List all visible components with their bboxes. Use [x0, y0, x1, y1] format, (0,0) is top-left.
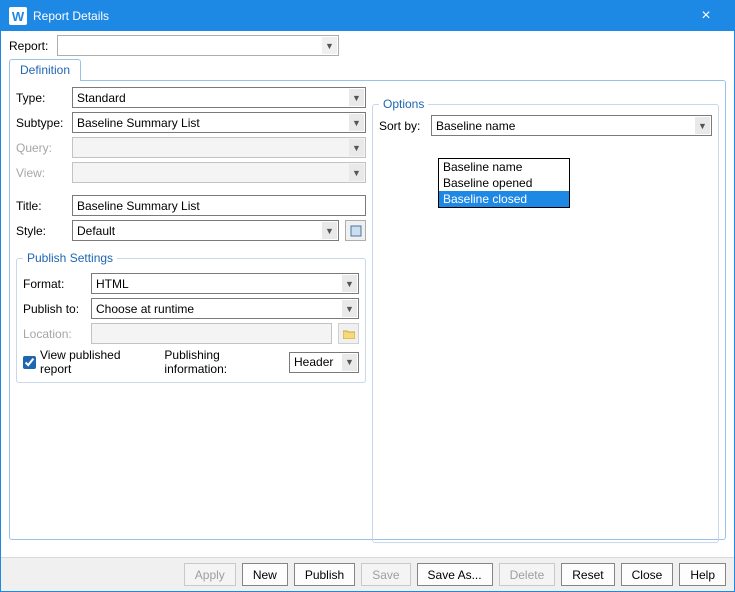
- document-icon: [350, 225, 362, 237]
- options-legend: Options: [379, 97, 428, 111]
- format-label: Format:: [23, 277, 87, 291]
- report-label: Report:: [9, 39, 53, 53]
- view-published-label: View published report: [40, 348, 154, 376]
- dropdown-option[interactable]: Baseline name: [439, 159, 569, 175]
- subtype-combo[interactable]: Baseline Summary List ▼: [72, 112, 366, 133]
- dropdown-option[interactable]: Baseline closed: [439, 191, 569, 207]
- publishto-label: Publish to:: [23, 302, 87, 316]
- query-combo: ▼: [72, 137, 366, 158]
- format-value: HTML: [96, 277, 342, 291]
- window-title: Report Details: [33, 9, 686, 23]
- chevron-down-icon: ▼: [322, 37, 337, 54]
- close-button[interactable]: Close: [621, 563, 674, 586]
- location-browse-button: [338, 323, 359, 344]
- button-bar: Apply New Publish Save Save As... Delete…: [1, 557, 734, 591]
- publishto-combo[interactable]: Choose at runtime ▼: [91, 298, 359, 319]
- publishto-value: Choose at runtime: [96, 302, 342, 316]
- chevron-down-icon: ▼: [342, 354, 357, 371]
- sortby-dropdown[interactable]: Baseline name Baseline opened Baseline c…: [438, 158, 570, 208]
- format-combo[interactable]: HTML ▼: [91, 273, 359, 294]
- chevron-down-icon: ▼: [322, 222, 337, 239]
- location-input: [91, 323, 332, 344]
- style-combo[interactable]: Default ▼: [72, 220, 339, 241]
- sortby-label: Sort by:: [379, 119, 427, 133]
- subtype-label: Subtype:: [16, 116, 68, 130]
- title-label: Title:: [16, 199, 68, 213]
- close-icon[interactable]: ×: [686, 7, 726, 25]
- new-button[interactable]: New: [242, 563, 288, 586]
- chevron-down-icon: ▼: [349, 139, 364, 156]
- chevron-down-icon: ▼: [349, 89, 364, 106]
- style-label: Style:: [16, 224, 68, 238]
- pubinfo-value: Header: [294, 355, 342, 369]
- save-button: Save: [361, 563, 410, 586]
- pubinfo-combo[interactable]: Header ▼: [289, 352, 359, 373]
- chevron-down-icon: ▼: [349, 164, 364, 181]
- tab-definition[interactable]: Definition: [9, 59, 81, 81]
- chevron-down-icon: ▼: [342, 275, 357, 292]
- type-combo[interactable]: Standard ▼: [72, 87, 366, 108]
- query-label: Query:: [16, 141, 68, 155]
- publish-button[interactable]: Publish: [294, 563, 355, 586]
- options-group: Options Sort by: Baseline name ▼ Baselin…: [372, 97, 719, 543]
- folder-icon: [343, 329, 355, 339]
- dropdown-option[interactable]: Baseline opened: [439, 175, 569, 191]
- chevron-down-icon: ▼: [342, 300, 357, 317]
- view-published-checkbox[interactable]: [23, 356, 36, 369]
- style-browse-button[interactable]: [345, 220, 366, 241]
- title-input[interactable]: Baseline Summary List: [72, 195, 366, 216]
- chevron-down-icon: ▼: [695, 117, 710, 134]
- titlebar: W Report Details ×: [1, 1, 734, 31]
- report-combo[interactable]: ▼: [57, 35, 339, 56]
- pubinfo-label: Publishing information:: [164, 348, 285, 376]
- apply-button: Apply: [184, 563, 236, 586]
- app-icon: W: [9, 7, 27, 25]
- chevron-down-icon: ▼: [349, 114, 364, 131]
- delete-button: Delete: [499, 563, 556, 586]
- publish-legend: Publish Settings: [23, 251, 117, 265]
- type-label: Type:: [16, 91, 68, 105]
- view-label: View:: [16, 166, 68, 180]
- sortby-value: Baseline name: [436, 119, 695, 133]
- help-button[interactable]: Help: [679, 563, 726, 586]
- view-combo: ▼: [72, 162, 366, 183]
- reset-button[interactable]: Reset: [561, 563, 614, 586]
- sortby-combo[interactable]: Baseline name ▼: [431, 115, 712, 136]
- saveas-button[interactable]: Save As...: [417, 563, 493, 586]
- publish-settings-group: Publish Settings Format: HTML ▼ Publish …: [16, 251, 366, 383]
- type-value: Standard: [77, 91, 349, 105]
- location-label: Location:: [23, 327, 87, 341]
- title-value: Baseline Summary List: [77, 199, 200, 213]
- style-value: Default: [77, 224, 322, 238]
- tabstrip: Definition: [9, 58, 726, 80]
- subtype-value: Baseline Summary List: [77, 116, 349, 130]
